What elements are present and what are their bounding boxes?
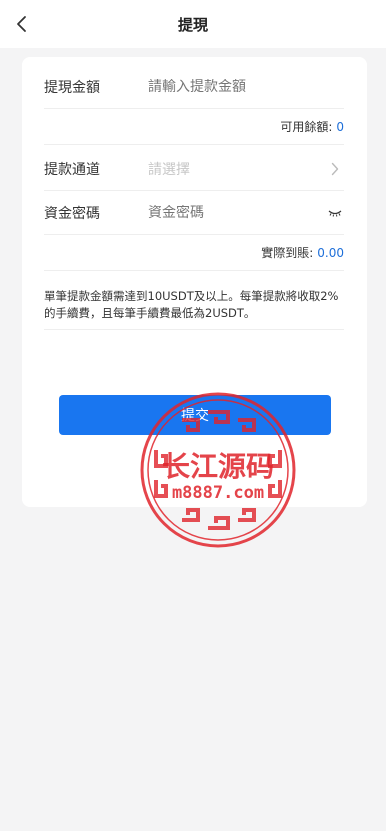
channel-select[interactable]: 請選擇 xyxy=(148,159,326,179)
actual-amount-row: 實際到賬: 0.00 xyxy=(44,235,344,271)
channel-label: 提款通道 xyxy=(44,161,100,178)
chevron-left-icon xyxy=(17,16,26,32)
watermark-url: m8887.com xyxy=(172,483,264,503)
watermark-title: 长江源码 xyxy=(162,450,274,483)
password-label: 資金密碼 xyxy=(44,205,100,222)
header-bar: 提現 xyxy=(0,0,386,48)
chevron-right-icon xyxy=(326,162,344,176)
amount-label: 提現金額 xyxy=(44,79,100,96)
withdraw-form-card: 提現金額 可用餘額: 0 提款通道 請選擇 資金密碼 實際到賬: 0.00 單筆… xyxy=(22,57,367,548)
submit-button[interactable]: 提交 xyxy=(59,395,331,435)
actual-amount-value: 0.00 xyxy=(317,245,344,260)
balance-value: 0 xyxy=(336,119,344,134)
channel-row[interactable]: 提款通道 請選擇 xyxy=(44,147,344,191)
fee-note: 單筆提款金額需達到10USDT及以上。每筆提款將收取2%的手續費，且每筆手續費最… xyxy=(44,282,344,330)
eye-closed-icon[interactable] xyxy=(326,209,344,217)
back-button[interactable] xyxy=(10,12,34,36)
balance-label: 可用餘額: xyxy=(280,120,333,134)
password-row: 資金密碼 xyxy=(44,191,344,235)
password-input[interactable] xyxy=(148,204,326,221)
amount-input[interactable] xyxy=(148,78,344,95)
page-title: 提現 xyxy=(177,15,208,34)
actual-amount-label: 實際到賬: xyxy=(261,246,314,260)
balance-row: 可用餘額: 0 xyxy=(44,109,344,145)
amount-row: 提現金額 xyxy=(44,65,344,109)
